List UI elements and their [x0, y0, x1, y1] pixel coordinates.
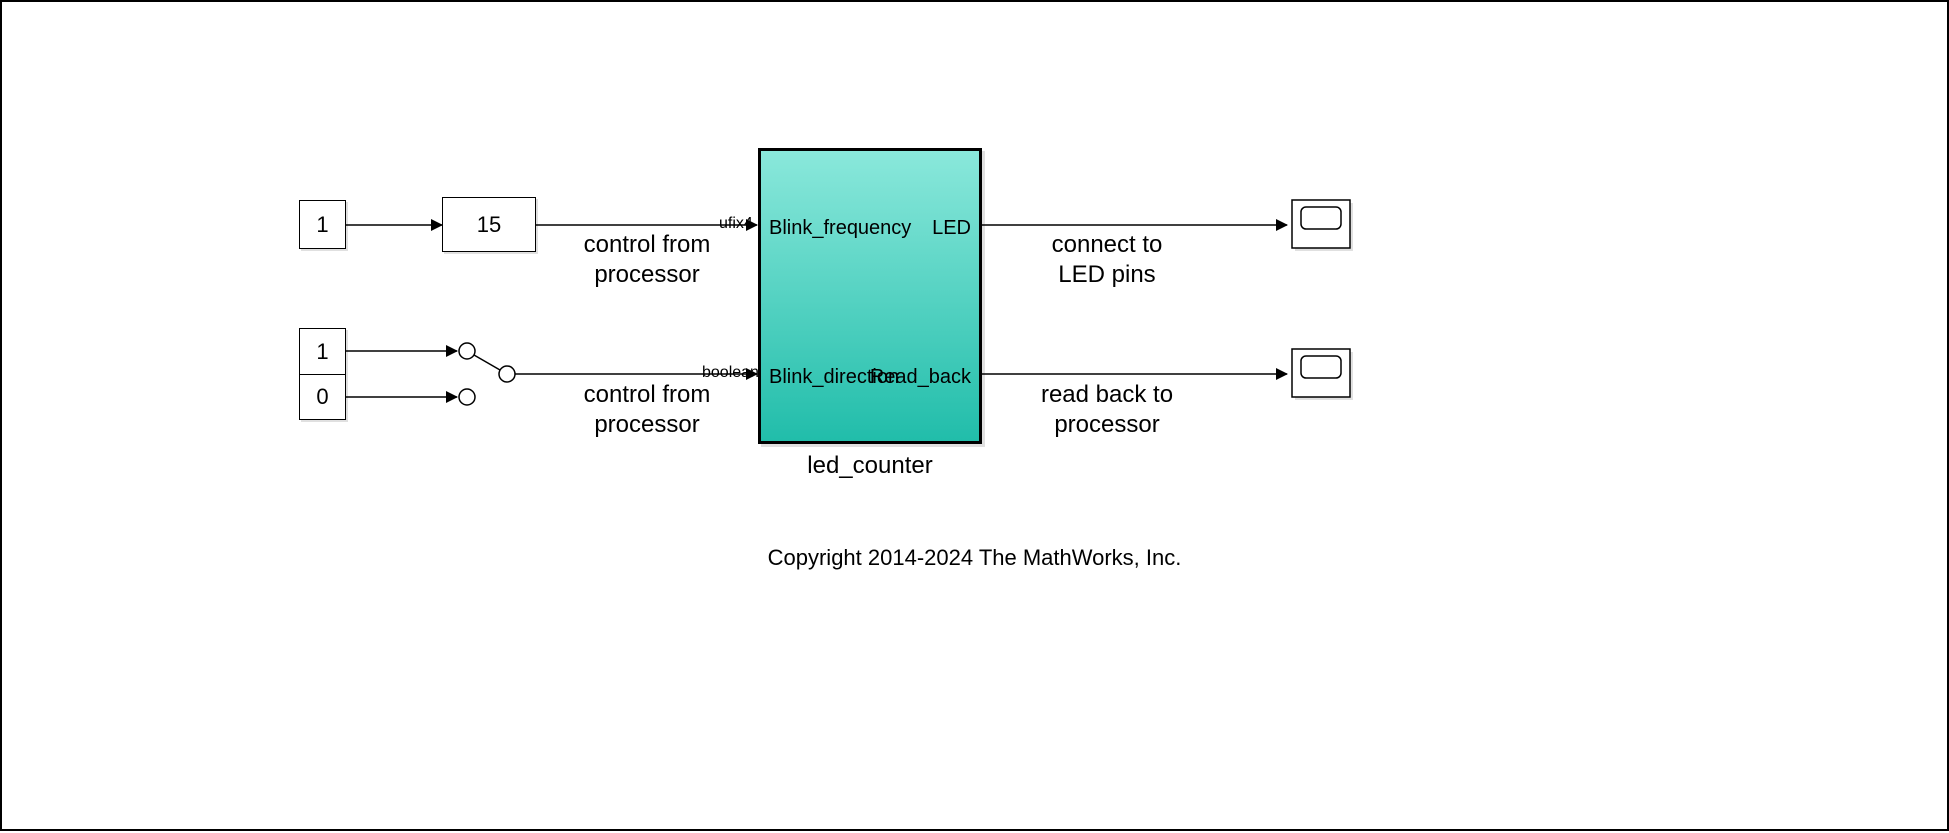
- datatype-ufix4: ufix4: [719, 215, 753, 233]
- port-label-out2: Read_back: [870, 366, 971, 389]
- annotation-control-from-processor-1: control from processor: [557, 230, 737, 290]
- manual-switch[interactable]: [452, 337, 522, 407]
- annotation-read-back-to-processor: read back to processor: [1017, 380, 1197, 440]
- constant-zero-value: 0: [316, 384, 328, 410]
- constant-block-zero[interactable]: 0: [299, 374, 346, 420]
- slider-gain-value: 15: [477, 212, 501, 238]
- simulink-canvas[interactable]: 1 15 1 0 Blink_frequency Blink_direction…: [0, 0, 1949, 831]
- scope-1[interactable]: [1292, 200, 1350, 248]
- port-label-in1: Blink_frequency: [769, 217, 911, 240]
- annotation-connect-to-led-pins: connect to LED pins: [1017, 230, 1197, 290]
- constant-block-one[interactable]: 1: [299, 328, 346, 374]
- led-counter-subsystem[interactable]: Blink_frequency Blink_direction LED Read…: [758, 148, 982, 444]
- copyright-text: Copyright 2014-2024 The MathWorks, Inc.: [2, 545, 1947, 571]
- constant-block-top[interactable]: 1: [299, 200, 346, 249]
- subsystem-name: led_counter: [758, 452, 982, 480]
- datatype-boolean: boolean: [702, 364, 759, 382]
- slider-gain-block[interactable]: 15: [442, 197, 536, 252]
- scope-2[interactable]: [1292, 349, 1350, 397]
- constant-block-top-value: 1: [316, 212, 328, 238]
- port-label-out1: LED: [932, 217, 971, 240]
- constant-one-value: 1: [316, 339, 328, 365]
- annotation-control-from-processor-2: control from processor: [557, 380, 737, 440]
